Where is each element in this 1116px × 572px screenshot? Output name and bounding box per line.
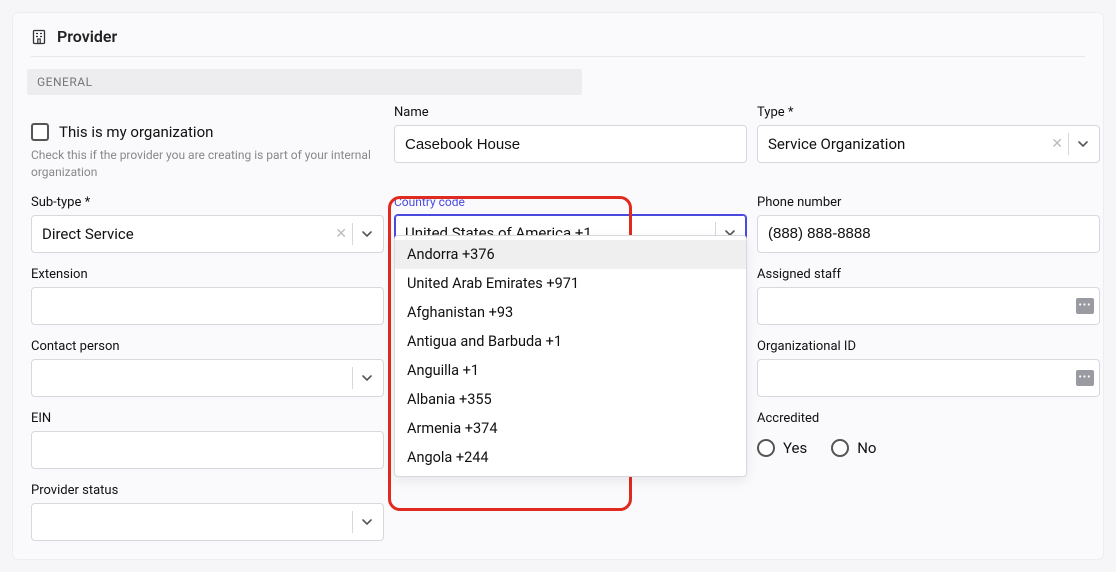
phone-field: Phone number xyxy=(757,195,1100,253)
accredited-no-option[interactable]: No xyxy=(831,439,876,457)
accredited-yes-option[interactable]: Yes xyxy=(757,439,807,457)
chevron-down-icon xyxy=(361,516,373,528)
chevron-down-icon xyxy=(1077,138,1089,150)
panel-title: Provider xyxy=(57,27,117,46)
chevron-down-icon xyxy=(361,228,373,240)
phone-input[interactable] xyxy=(757,215,1100,253)
organizational-id-label: Organizational ID xyxy=(757,339,1100,354)
extension-field: Extension xyxy=(31,267,384,325)
org-checkbox[interactable] xyxy=(31,123,49,141)
provider-status-field: Provider status xyxy=(31,483,384,541)
ein-label: EIN xyxy=(31,411,384,426)
country-code-dropdown[interactable]: Andorra +376 United Arab Emirates +971 A… xyxy=(394,235,747,477)
dropdown-item[interactable]: Angola +244 xyxy=(395,443,746,472)
section-general-label: GENERAL xyxy=(27,69,582,95)
assigned-staff-field: Assigned staff ••• xyxy=(757,267,1100,325)
type-field: Type * Service Organization ✕ xyxy=(757,105,1100,163)
radio-icon xyxy=(831,439,849,457)
provider-status-select[interactable] xyxy=(31,503,384,541)
country-code-field: Country code United States of America +1… xyxy=(394,195,747,252)
extension-input[interactable] xyxy=(31,287,384,325)
type-clear-icon[interactable]: ✕ xyxy=(1051,136,1063,152)
accredited-label: Accredited xyxy=(757,411,1100,426)
provider-panel: Provider GENERAL This is my organization… xyxy=(12,12,1104,560)
assigned-staff-input[interactable] xyxy=(757,287,1100,325)
ein-field: EIN xyxy=(31,411,384,469)
dropdown-item[interactable]: Armenia +374 xyxy=(395,414,746,443)
chevron-down-icon xyxy=(361,372,373,384)
dropdown-item[interactable]: Andorra +376 xyxy=(395,240,746,269)
dropdown-item[interactable]: Antigua and Barbuda +1 xyxy=(395,327,746,356)
extension-label: Extension xyxy=(31,267,384,282)
radio-icon xyxy=(757,439,775,457)
contact-person-field: Contact person xyxy=(31,339,384,397)
subtype-label: Sub-type * xyxy=(31,195,384,210)
type-select[interactable]: Service Organization ✕ xyxy=(757,125,1100,163)
dropdown-item[interactable]: United Arab Emirates +971 xyxy=(395,269,746,298)
accredited-yes-label: Yes xyxy=(783,439,807,457)
contact-person-label: Contact person xyxy=(31,339,384,354)
contact-person-select[interactable] xyxy=(31,359,384,397)
panel-header: Provider xyxy=(31,27,1085,57)
subtype-field: Sub-type * Direct Service ✕ xyxy=(31,195,384,253)
type-label: Type * xyxy=(757,105,1100,120)
organizational-id-field: Organizational ID ••• xyxy=(757,339,1100,397)
accredited-field: Accredited Yes No xyxy=(757,411,1100,457)
building-icon xyxy=(31,29,47,45)
org-helper-text: Check this if the provider you are creat… xyxy=(31,147,371,181)
country-code-label: Country code xyxy=(394,195,747,209)
organizational-id-input[interactable] xyxy=(757,359,1100,397)
org-checkbox-block: This is my organization Check this if th… xyxy=(31,105,384,181)
subtype-value: Direct Service xyxy=(42,225,134,243)
name-input[interactable] xyxy=(394,125,747,163)
dropdown-item[interactable]: Afghanistan +93 xyxy=(395,298,746,327)
dropdown-item[interactable]: Anguilla +1 xyxy=(395,356,746,385)
accredited-no-label: No xyxy=(857,439,876,457)
assigned-staff-label: Assigned staff xyxy=(757,267,1100,282)
name-label: Name xyxy=(394,105,747,120)
dropdown-item[interactable]: Albania +355 xyxy=(395,385,746,414)
subtype-select[interactable]: Direct Service ✕ xyxy=(31,215,384,253)
name-field: Name xyxy=(394,105,747,163)
type-value: Service Organization xyxy=(768,135,905,153)
org-checkbox-label: This is my organization xyxy=(59,123,213,141)
subtype-clear-icon[interactable]: ✕ xyxy=(335,226,347,242)
phone-label: Phone number xyxy=(757,195,1100,210)
provider-status-label: Provider status xyxy=(31,483,384,498)
ein-input[interactable] xyxy=(31,431,384,469)
